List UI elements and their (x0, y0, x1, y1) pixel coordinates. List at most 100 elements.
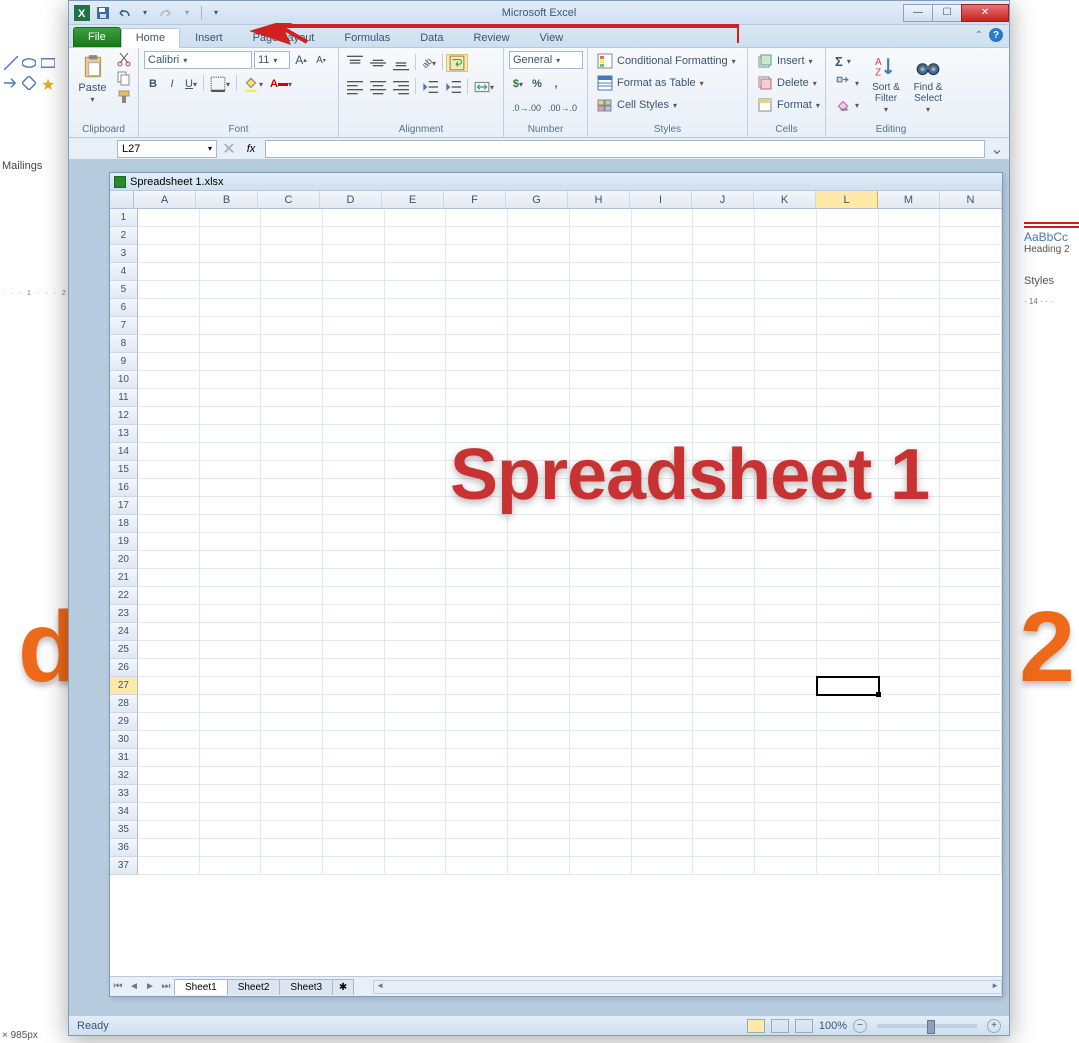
cell-A14[interactable] (138, 443, 200, 461)
number-format-combo[interactable]: General▾ (509, 51, 583, 69)
cell-M7[interactable] (879, 317, 941, 335)
cell-M18[interactable] (879, 515, 941, 533)
cell-H35[interactable] (570, 821, 632, 839)
cell-K28[interactable] (755, 695, 817, 713)
cell-M27[interactable] (879, 677, 941, 695)
cell-D35[interactable] (323, 821, 385, 839)
cell-I11[interactable] (632, 389, 694, 407)
delete-cells-button[interactable]: Delete▾ (753, 73, 821, 93)
cell-I25[interactable] (632, 641, 694, 659)
cell-I21[interactable] (632, 569, 694, 587)
minimize-ribbon-icon[interactable]: ⌃ (975, 30, 983, 41)
cell-L2[interactable] (817, 227, 879, 245)
cell-A3[interactable] (138, 245, 200, 263)
row-header-30[interactable]: 30 (110, 731, 138, 749)
cell-C23[interactable] (261, 605, 323, 623)
cell-J27[interactable] (693, 677, 755, 695)
cell-N25[interactable] (940, 641, 1002, 659)
tab-insert[interactable]: Insert (180, 28, 238, 47)
cell-I30[interactable] (632, 731, 694, 749)
cell-M21[interactable] (879, 569, 941, 587)
increase-decimal-icon[interactable]: .0→.00 (509, 99, 544, 117)
cell-M19[interactable] (879, 533, 941, 551)
cell-C29[interactable] (261, 713, 323, 731)
cell-D24[interactable] (323, 623, 385, 641)
cell-J21[interactable] (693, 569, 755, 587)
cell-E5[interactable] (385, 281, 447, 299)
column-header-B[interactable]: B (196, 191, 258, 208)
cell-M30[interactable] (879, 731, 941, 749)
cancel-formula-icon[interactable]: ✕ (221, 139, 237, 159)
clear-button[interactable]: ▾ (831, 95, 863, 115)
cell-A27[interactable] (138, 677, 200, 695)
cell-J18[interactable] (693, 515, 755, 533)
cell-J8[interactable] (693, 335, 755, 353)
cell-A29[interactable] (138, 713, 200, 731)
fill-color-button[interactable]: ▾ (240, 75, 266, 93)
cell-F2[interactable] (446, 227, 508, 245)
shrink-font-icon[interactable]: A▾ (312, 51, 330, 69)
page-break-view-icon[interactable] (795, 1019, 813, 1033)
row-header-14[interactable]: 14 (110, 443, 138, 461)
row-header-13[interactable]: 13 (110, 425, 138, 443)
cell-K13[interactable] (755, 425, 817, 443)
cell-M12[interactable] (879, 407, 941, 425)
cell-E10[interactable] (385, 371, 447, 389)
row-header-32[interactable]: 32 (110, 767, 138, 785)
cell-L8[interactable] (817, 335, 879, 353)
cell-B30[interactable] (200, 731, 262, 749)
row-header-5[interactable]: 5 (110, 281, 138, 299)
cell-J14[interactable] (693, 443, 755, 461)
cell-J30[interactable] (693, 731, 755, 749)
cell-B16[interactable] (200, 479, 262, 497)
comma-format-icon[interactable]: , (547, 75, 565, 93)
cell-N18[interactable] (940, 515, 1002, 533)
cell-E9[interactable] (385, 353, 447, 371)
align-bottom-icon[interactable] (390, 54, 412, 72)
cell-I3[interactable] (632, 245, 694, 263)
cell-styles-button[interactable]: Cell Styles▾ (593, 95, 681, 115)
cell-J36[interactable] (693, 839, 755, 857)
cell-L32[interactable] (817, 767, 879, 785)
cell-J16[interactable] (693, 479, 755, 497)
cell-A37[interactable] (138, 857, 200, 875)
cell-J2[interactable] (693, 227, 755, 245)
cell-E4[interactable] (385, 263, 447, 281)
cell-E34[interactable] (385, 803, 447, 821)
cell-D27[interactable] (323, 677, 385, 695)
cell-C20[interactable] (261, 551, 323, 569)
cell-F32[interactable] (446, 767, 508, 785)
insert-cells-button[interactable]: Insert▾ (753, 51, 817, 71)
cell-J7[interactable] (693, 317, 755, 335)
cell-N1[interactable] (940, 209, 1002, 227)
cell-L3[interactable] (817, 245, 879, 263)
cell-H5[interactable] (570, 281, 632, 299)
cell-I31[interactable] (632, 749, 694, 767)
cell-A34[interactable] (138, 803, 200, 821)
row-header-17[interactable]: 17 (110, 497, 138, 515)
row-header-6[interactable]: 6 (110, 299, 138, 317)
font-color-button[interactable]: A▾ (267, 75, 295, 93)
cell-L13[interactable] (817, 425, 879, 443)
cell-C17[interactable] (261, 497, 323, 515)
row-header-1[interactable]: 1 (110, 209, 138, 227)
cell-L24[interactable] (817, 623, 879, 641)
page-layout-view-icon[interactable] (771, 1019, 789, 1033)
cell-E30[interactable] (385, 731, 447, 749)
cell-C10[interactable] (261, 371, 323, 389)
row-header-3[interactable]: 3 (110, 245, 138, 263)
row-header-19[interactable]: 19 (110, 533, 138, 551)
cell-N37[interactable] (940, 857, 1002, 875)
cell-H9[interactable] (570, 353, 632, 371)
cell-H26[interactable] (570, 659, 632, 677)
cell-A12[interactable] (138, 407, 200, 425)
cell-A24[interactable] (138, 623, 200, 641)
column-header-N[interactable]: N (940, 191, 1002, 208)
cell-B21[interactable] (200, 569, 262, 587)
cell-C19[interactable] (261, 533, 323, 551)
cell-L34[interactable] (817, 803, 879, 821)
cell-B35[interactable] (200, 821, 262, 839)
excel-icon[interactable]: X (73, 4, 91, 22)
cell-I1[interactable] (632, 209, 694, 227)
cell-M16[interactable] (879, 479, 941, 497)
